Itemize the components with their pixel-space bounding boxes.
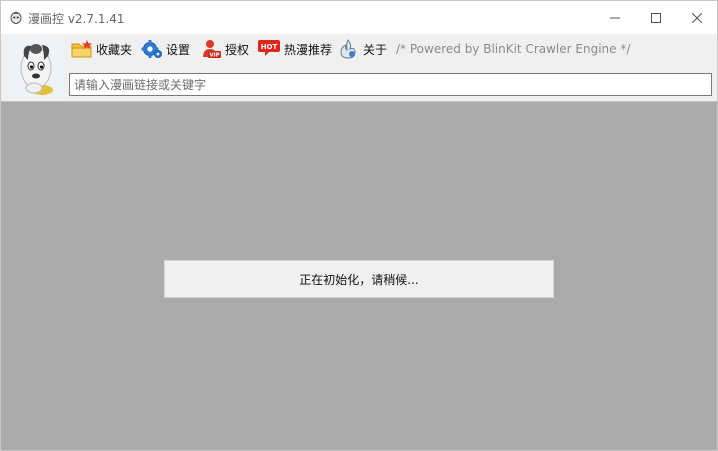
authorize-button[interactable]: VIP 授权 <box>200 38 249 60</box>
search-input[interactable] <box>69 73 712 96</box>
hot-recommend-button[interactable]: HOT 热漫推荐 <box>257 38 332 60</box>
gear-icon <box>141 39 163 59</box>
hot-recommend-label: 热漫推荐 <box>284 42 333 57</box>
title-bar[interactable]: 漫画控 v2.7.1.41 <box>1 1 717 34</box>
minimize-icon <box>610 13 620 23</box>
about-label: 关于 <box>363 42 388 57</box>
authorize-label: 授权 <box>225 42 250 57</box>
vip-user-icon: VIP <box>200 39 222 59</box>
settings-button[interactable]: 设置 <box>141 38 190 60</box>
maximize-icon <box>651 12 661 23</box>
favorites-label: 收藏夹 <box>96 42 133 57</box>
settings-label: 设置 <box>166 42 191 57</box>
folder-star-icon <box>71 39 93 59</box>
svg-text:VIP: VIP <box>209 53 219 59</box>
toolbar: 收藏夹 设置 VIP 授权 HOT 热漫推荐 关于 /* Powered by … <box>1 34 717 102</box>
powered-by-text: /* Powered by BlinKit Crawler Engine */ <box>396 42 631 56</box>
mascot-icon <box>9 10 23 24</box>
close-icon <box>692 12 702 23</box>
app-window: 漫画控 v2.7.1.41 收藏夹 设置 VIP 授权 HOT 热漫推荐 关于 … <box>0 0 718 451</box>
close-button[interactable] <box>677 1 717 34</box>
maximize-button[interactable] <box>636 1 676 34</box>
initializing-dialog: 正在初始化，请稍候... <box>164 260 554 298</box>
mascot-logo <box>8 38 64 98</box>
about-button[interactable]: 关于 <box>338 38 387 60</box>
minimize-button[interactable] <box>595 1 635 34</box>
hot-badge-text: HOT <box>261 43 278 51</box>
hot-badge-icon: HOT <box>257 39 281 59</box>
window-title: 漫画控 v2.7.1.41 <box>28 12 125 26</box>
info-icon <box>338 39 360 59</box>
favorites-button[interactable]: 收藏夹 <box>71 38 132 60</box>
initializing-message: 正在初始化，请稍候... <box>299 272 419 287</box>
